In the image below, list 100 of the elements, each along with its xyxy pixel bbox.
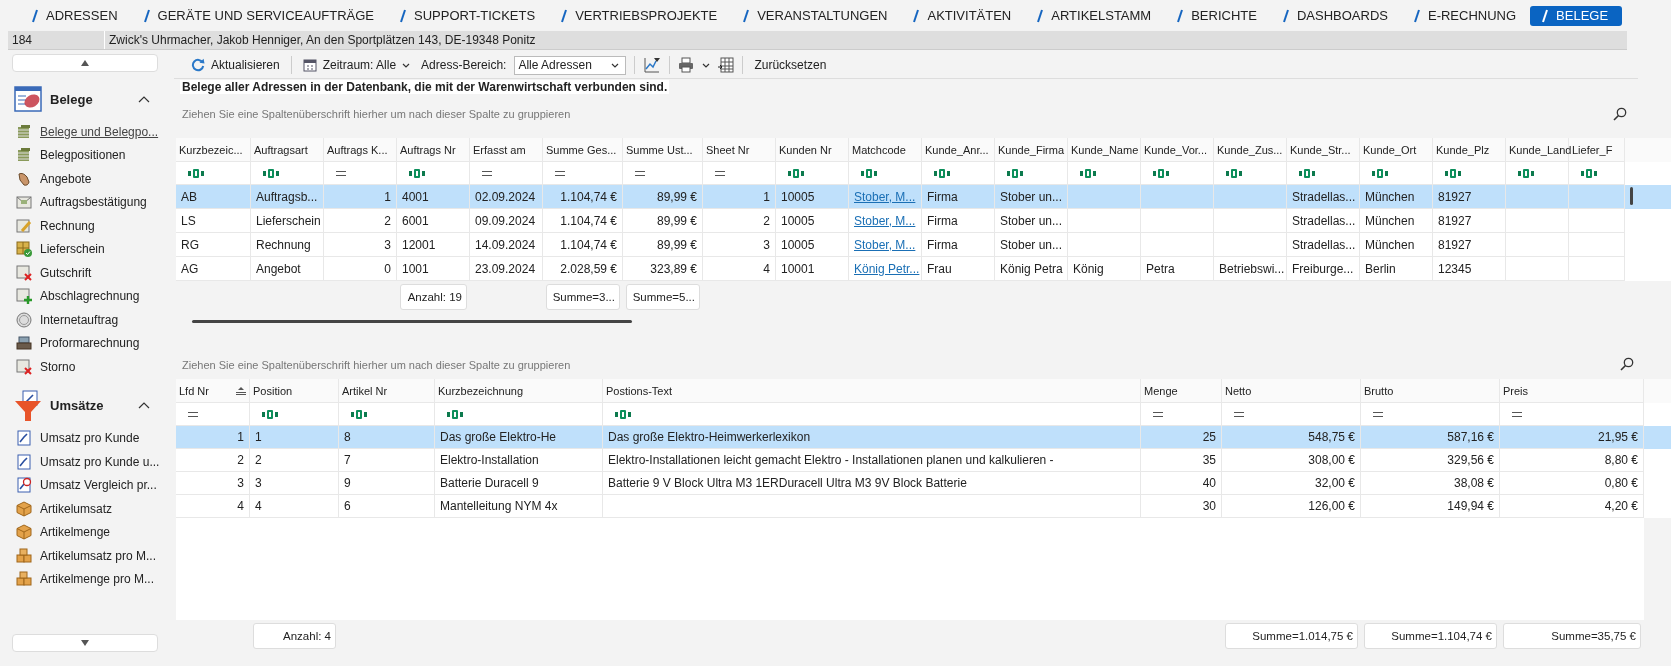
- table-cell: 323,89 €: [623, 257, 703, 281]
- text-filter-icon: [934, 168, 950, 178]
- sidebar-item[interactable]: Artikelmenge pro M...: [10, 567, 160, 591]
- document-cross-icon: [16, 358, 32, 375]
- sidebar-item[interactable]: Internetauftrag: [10, 308, 160, 332]
- slash-icon: [743, 8, 750, 23]
- table-cell: 12345: [1433, 257, 1506, 281]
- column-summary: Summe=35,75 €: [1503, 623, 1641, 649]
- text-filter-icon: [351, 409, 367, 419]
- tab[interactable]: AKTIVITÄTEN: [901, 5, 1026, 26]
- tab[interactable]: E-RECHNUNG: [1401, 5, 1531, 26]
- tab[interactable]: VERTRIEBSPROJEKTE: [549, 5, 732, 26]
- chart-clock-icon: [16, 477, 32, 494]
- sidebar-item[interactable]: Abschlagrechnung: [10, 284, 160, 308]
- table-row[interactable]: 2 2 7 Elektro-Installation Elektro-Installationen leicht gemacht Elektro - Installationen planen und kalkulieren - 35 308,00 € 329,56 € 8,80 €: [176, 449, 1671, 472]
- sidebar-item[interactable]: Storno: [10, 355, 160, 379]
- coin-icon: [16, 311, 32, 328]
- tab[interactable]: VERANSTALTUNGEN: [731, 5, 902, 26]
- hand-icon: [16, 170, 32, 187]
- text-filter-icon: [1007, 168, 1023, 178]
- slash-icon: [400, 8, 406, 23]
- table-export-icon[interactable]: [718, 57, 735, 73]
- text-filter-icon: [1518, 168, 1534, 178]
- table-row[interactable]: AG Angebot 0 1001 23.09.2024 2.028,59 € 323,89 € 4 10001 König Petr... Frau König Petra König Petra Betriebswi... Freiburge... Berlin 12345: [176, 257, 1671, 281]
- sidebar-item[interactable]: Artikelmenge: [10, 520, 160, 544]
- sidebar-item[interactable]: Umsatz pro Kunde u...: [10, 450, 160, 474]
- sidebar-item[interactable]: Angebote: [10, 167, 160, 191]
- customer-link[interactable]: König Petr...: [854, 261, 920, 276]
- chevron-down-icon: [611, 62, 620, 68]
- box-icon: [16, 524, 32, 541]
- table-cell: 4: [703, 257, 776, 281]
- boxes-icon: [16, 547, 32, 564]
- sidebar-item[interactable]: Lieferschein: [10, 237, 160, 261]
- tab[interactable]: SUPPORT-TICKETS: [388, 5, 550, 26]
- table-row[interactable]: LS Lieferschein 2 6001 09.09.2024 1.104,74 € 89,99 € 2 10005 Stober, M... Firma Stober un... Stradellas... München 81927: [176, 209, 1671, 233]
- chevron-icon[interactable]: [138, 402, 150, 409]
- table-row[interactable]: AB Auftragsb... 1 4001 02.09.2024 1.104,74 € 89,99 € 1 10005 Stober, M... Firma Stober un... Stradellas... München 81927: [176, 185, 1671, 209]
- search-icon[interactable]: [1613, 107, 1627, 121]
- sidebar-item[interactable]: Auftragsbestätigung: [10, 190, 160, 214]
- sidebar-item[interactable]: Artikelumsatz: [10, 497, 160, 521]
- table-cell: Freiburge...: [1287, 257, 1360, 281]
- text-filter-icon: [1299, 168, 1315, 178]
- search-icon[interactable]: [1620, 357, 1634, 371]
- table-row[interactable]: 1 1 8 Das große Elektro-He Das große Elektro-Heimwerkerlexikon 25 548,75 € 587,16 € 21,95 €: [176, 426, 1671, 449]
- customer-link[interactable]: Stober, M...: [854, 189, 916, 204]
- slash-icon: [561, 8, 568, 23]
- customer-link[interactable]: Stober, M...: [854, 213, 916, 228]
- sidebar-item[interactable]: Artikelumsatz pro M...: [10, 544, 160, 568]
- boxes-check-icon: [16, 241, 32, 258]
- text-filter-icon: [1080, 168, 1096, 178]
- text-filter-icon: [788, 168, 804, 178]
- text-filter-icon: [1226, 168, 1242, 178]
- chevron-icon[interactable]: [138, 95, 150, 103]
- refresh-button[interactable]: Aktualisieren: [188, 56, 283, 74]
- scrollbar-thumb[interactable]: [192, 319, 632, 323]
- table-row[interactable]: 3 3 9 Batterie Duracell 9 Batterie 9 V Block Ultra M3 1ERDuracell Ultra M3 9V Block Batterie 40 32,00 € 38,08 € 0,80 €: [176, 472, 1671, 495]
- printer-icon[interactable]: [678, 57, 695, 73]
- tab[interactable]: DASHBOARDS: [1270, 5, 1402, 26]
- text-filter-icon: [861, 168, 877, 178]
- tab[interactable]: BERICHTE: [1165, 5, 1271, 26]
- reset-button[interactable]: Zurücksetzen: [751, 56, 830, 74]
- table-cell: 0: [324, 257, 397, 281]
- sidebar-item[interactable]: Proformarechnung: [10, 331, 160, 355]
- scrollbar-thumb[interactable]: [1630, 187, 1633, 205]
- table-cell: 10001: [776, 257, 849, 281]
- period-dropdown[interactable]: Zeitraum: Alle: [299, 56, 414, 74]
- calendar-icon: [302, 58, 317, 72]
- sidebar-item[interactable]: Umsatz Vergleich pr...: [10, 473, 160, 497]
- sidebar-item[interactable]: Rechnung: [10, 214, 160, 238]
- table-row[interactable]: RG Rechnung 3 12001 14.09.2024 1.104,74 € 89,99 € 3 10005 Stober, M... Firma Stober un... Stradellas... München 81927: [176, 233, 1671, 257]
- tab[interactable]: ARTIKELSTAMM: [1025, 5, 1166, 26]
- tab[interactable]: GERÄTE UND SERVICEAUFTRÄGE: [131, 5, 388, 26]
- group-title[interactable]: Belege: [50, 91, 93, 107]
- address-range-dropdown[interactable]: Alle Adressen: [514, 55, 627, 75]
- table-row[interactable]: 4 4 6 Mantelleitung NYM 4x 30 126,00 € 149,94 € 4,20 €: [176, 495, 1671, 518]
- table-cell: Angebot: [251, 257, 324, 281]
- text-filter-icon: [1372, 168, 1388, 178]
- refresh-icon[interactable]: [191, 58, 205, 72]
- chart-icon[interactable]: [643, 56, 662, 74]
- money-stack-icon: [16, 123, 32, 140]
- tab[interactable]: BELEGE: [1530, 5, 1623, 26]
- sidebar-item[interactable]: Gutschrift: [10, 261, 160, 285]
- slash-icon: [1413, 8, 1420, 23]
- slash-icon: [913, 8, 920, 23]
- document-plus-icon: [16, 288, 32, 305]
- equals-filter-icon: [1373, 411, 1383, 417]
- customer-link[interactable]: Stober, M...: [854, 237, 916, 252]
- sidebar-item[interactable]: Belege und Belegpo...: [10, 120, 160, 144]
- column-summary: Anzahl: 19: [400, 284, 467, 310]
- cash-register-icon: [16, 335, 32, 352]
- equals-filter-icon: [482, 170, 492, 176]
- group-title[interactable]: Umsätze: [50, 398, 104, 413]
- slash-icon: [1037, 8, 1044, 23]
- sort-icon: [236, 386, 246, 395]
- sidebar-item[interactable]: Belegpositionen: [10, 143, 160, 167]
- slash-icon: [1542, 8, 1549, 23]
- tab[interactable]: ADRESSEN: [20, 5, 132, 26]
- document-cross-icon: [16, 264, 32, 281]
- sidebar-item[interactable]: Umsatz pro Kunde: [10, 426, 160, 450]
- text-filter-icon: [409, 168, 425, 178]
